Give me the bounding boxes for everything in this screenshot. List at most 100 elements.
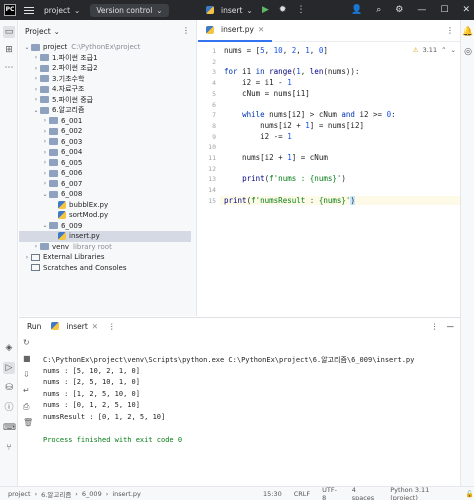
stop-icon[interactable]: ■ xyxy=(23,354,31,363)
more-options-icon[interactable]: ⋮ xyxy=(182,26,190,35)
code-line[interactable]: nums[i2 + 1] = nums[i2] xyxy=(224,121,364,130)
more-options-icon[interactable]: ⋮ xyxy=(431,322,439,331)
version-control-button[interactable]: Version control ⌄ xyxy=(90,3,169,17)
debug-icon[interactable]: ✹ xyxy=(279,5,287,15)
chevron-right-icon[interactable]: › xyxy=(41,149,49,156)
soft-wrap-icon[interactable]: ↵ xyxy=(23,386,30,395)
python-packages-icon[interactable]: ◈ xyxy=(3,342,15,354)
chevron-down-icon[interactable]: ⌄ xyxy=(32,107,40,114)
rerun-icon[interactable]: ↻ xyxy=(23,338,30,347)
chevron-right-icon[interactable]: › xyxy=(23,254,31,261)
code-line[interactable]: i2 -= 1 xyxy=(224,132,292,141)
tree-item[interactable]: › 1.파이썬 조급1 xyxy=(19,53,98,64)
tree-item[interactable]: › 6_002 xyxy=(19,126,83,137)
chevron-down-icon[interactable]: ⌄ xyxy=(41,222,49,229)
terminal-icon[interactable]: ⌨ xyxy=(3,422,16,434)
chevron-right-icon[interactable]: › xyxy=(32,86,40,93)
code-line[interactable]: print(f'nums : {nums}') xyxy=(224,174,346,183)
editor-tab-insert[interactable]: insert.py ✕ xyxy=(198,20,273,42)
tree-item[interactable]: ⌄ 6.알고리즘 xyxy=(19,105,84,116)
chevron-right-icon[interactable]: › xyxy=(41,138,49,145)
indent-setting[interactable]: 4 spaces xyxy=(352,486,379,500)
breadcrumb-item[interactable]: 6_009 xyxy=(82,490,102,498)
minimize-panel-icon[interactable]: — xyxy=(447,322,455,331)
lock-icon[interactable]: 🔓 xyxy=(466,490,474,498)
print-icon[interactable]: ⎙ xyxy=(23,402,29,412)
code-line[interactable]: i2 = i1 - 1 xyxy=(224,78,292,87)
tree-item[interactable]: › 6_001 xyxy=(19,116,83,127)
chevron-down-icon[interactable]: ⌄ xyxy=(54,27,60,36)
more-tools-icon[interactable]: ⋯ xyxy=(3,62,15,74)
tree-item[interactable]: ⌄ project C:\PythonEx\project xyxy=(19,42,140,53)
caret-position[interactable]: 15:30 xyxy=(263,490,282,498)
run-icon[interactable]: ▶ xyxy=(262,5,269,15)
tree-item[interactable]: › 6_007 xyxy=(19,179,83,190)
tree-item[interactable]: Scratches and Consoles xyxy=(19,263,127,274)
python-interpreter[interactable]: Python 3.11 (project) xyxy=(390,486,454,500)
chevron-right-icon[interactable]: › xyxy=(32,96,40,103)
breadcrumb-item[interactable]: insert.py xyxy=(112,490,141,498)
project-switcher[interactable]: project ⌄ xyxy=(44,6,80,15)
chevron-right-icon[interactable]: › xyxy=(41,170,49,177)
tree-item[interactable]: ⌄ 6_009 xyxy=(19,221,82,232)
project-tool-icon[interactable]: ▭ xyxy=(3,26,15,38)
chevron-right-icon[interactable]: › xyxy=(41,128,49,135)
problems-icon[interactable]: ⓘ xyxy=(3,402,15,414)
run-tool-icon[interactable]: ▷ xyxy=(3,362,15,374)
close-tab-icon[interactable]: ✕ xyxy=(92,322,98,331)
tree-item[interactable]: bubblEx.py xyxy=(19,200,108,211)
chevron-right-icon[interactable]: › xyxy=(41,117,49,124)
tree-item[interactable]: › 3.기초수학 xyxy=(19,74,85,85)
chevron-right-icon[interactable]: › xyxy=(32,54,40,61)
ai-assistant-icon[interactable]: ◎ xyxy=(462,46,474,58)
vcs-tool-icon[interactable]: ⑂ xyxy=(3,442,15,454)
minimize-icon[interactable]: — xyxy=(417,5,426,15)
chevron-right-icon[interactable]: › xyxy=(32,65,40,72)
chevron-right-icon[interactable]: › xyxy=(32,243,40,250)
breadcrumb-item[interactable]: project xyxy=(8,490,31,498)
tree-item[interactable]: › 4.자료구조 xyxy=(19,84,85,95)
search-icon[interactable]: ⌕ xyxy=(376,5,381,15)
python-console-icon[interactable]: ⛁ xyxy=(3,382,15,394)
clear-all-icon[interactable]: 🗑 xyxy=(23,418,33,427)
people-icon[interactable]: 👤 xyxy=(351,5,362,15)
chevron-down-icon[interactable]: ⌄ xyxy=(23,44,31,51)
code-line[interactable]: print(f'numsResult : {nums}') xyxy=(220,195,460,205)
maximize-icon[interactable]: ☐ xyxy=(440,5,448,15)
tree-item[interactable]: insert.py xyxy=(19,231,191,242)
inspection-widget[interactable]: ⚠ 3.11 ⌃ ⌄ xyxy=(413,46,456,54)
tree-item[interactable]: › venv library root xyxy=(19,242,112,253)
close-tab-icon[interactable]: ✕ xyxy=(258,25,264,34)
run-tab-insert[interactable]: insert ✕ xyxy=(51,322,98,331)
chevron-right-icon[interactable]: › xyxy=(32,75,40,82)
code-line[interactable]: nums[i2 + 1] = cNum xyxy=(224,153,328,162)
tree-item[interactable]: ⌄ 6_008 xyxy=(19,189,82,200)
tree-item[interactable]: › 2.파이썬 조급2 xyxy=(19,63,98,74)
code-line[interactable]: cNum = nums[i1] xyxy=(224,89,310,98)
notifications-icon[interactable]: 🔔 xyxy=(462,26,474,38)
tab-options-icon[interactable]: ⋮ xyxy=(446,26,454,35)
more-actions-icon[interactable]: ⋮ xyxy=(296,5,305,15)
scroll-to-end-icon[interactable]: ⇩ xyxy=(23,370,30,379)
breadcrumb-item[interactable]: 6.알고리즘 xyxy=(41,489,71,499)
tree-item[interactable]: › 6_005 xyxy=(19,158,83,169)
tree-item[interactable]: › 6_004 xyxy=(19,147,83,158)
settings-gear-icon[interactable]: ⚙ xyxy=(395,5,403,15)
chevron-down-icon[interactable]: ⌄ xyxy=(41,191,49,198)
file-encoding[interactable]: UTF-8 xyxy=(322,486,340,500)
tree-item[interactable]: › 6_006 xyxy=(19,168,83,179)
more-options-icon[interactable]: ⋮ xyxy=(108,322,116,331)
tree-item[interactable]: › 5.파이썬 중급 xyxy=(19,95,93,106)
chevron-right-icon[interactable]: › xyxy=(41,159,49,166)
tree-item[interactable]: › 6_003 xyxy=(19,137,83,148)
main-menu-icon[interactable] xyxy=(24,6,34,14)
tree-item[interactable]: › External Libraries xyxy=(19,252,105,263)
chevron-right-icon[interactable]: › xyxy=(41,180,49,187)
code-line[interactable]: for i1 in range(1, len(nums)): xyxy=(224,67,359,76)
tree-item[interactable]: sortMod.py xyxy=(19,210,108,221)
run-config-selector[interactable]: insert ⌄ xyxy=(206,6,253,15)
structure-tool-icon[interactable]: ⊞ xyxy=(3,44,15,56)
code-line[interactable]: nums = [5, 10, 2, 1, 0] xyxy=(224,46,328,55)
code-line[interactable]: while nums[i2] > cNum and i2 >= 0: xyxy=(224,110,396,119)
close-icon[interactable]: ✕ xyxy=(462,5,470,15)
